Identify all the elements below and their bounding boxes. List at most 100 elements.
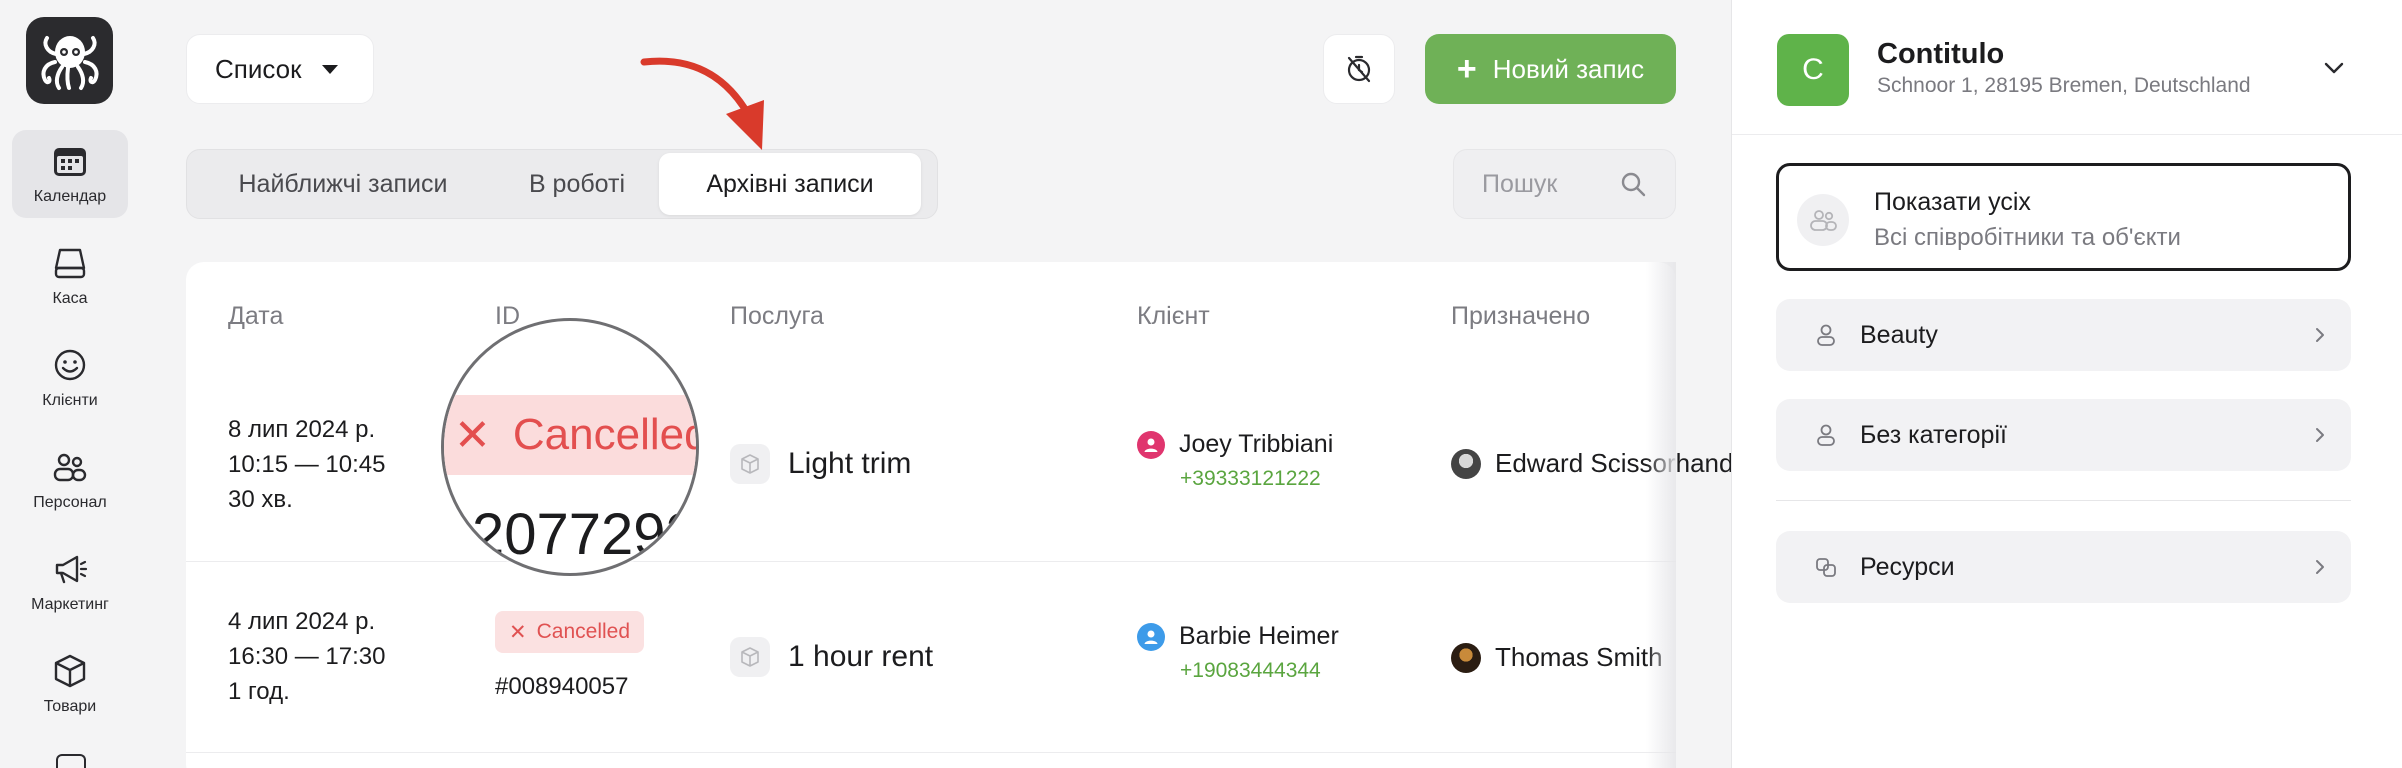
avatar [1451, 448, 1481, 479]
show-all-button[interactable]: Показати усіх Всі співробітники та об'єк… [1776, 163, 2351, 271]
megaphone-icon [55, 555, 88, 584]
octopus-icon [40, 35, 99, 90]
view-select-value: Список [215, 53, 302, 84]
row-id[interactable]: #008940057 [495, 669, 628, 704]
column-header-client[interactable]: Клієнт [1137, 302, 1210, 331]
org-avatar[interactable]: C [1777, 34, 1849, 106]
red-pointer-arrow [640, 57, 764, 150]
category-uncategorized[interactable]: Без категорії [1776, 399, 2351, 471]
nav-item-cash[interactable]: Каса [12, 232, 128, 320]
category-resources[interactable]: Ресурси [1776, 531, 2351, 603]
column-header-service[interactable]: Послуга [730, 302, 824, 331]
table-row-date[interactable]: 4 лип 2024 р. 16:30 — 17:30 1 год. [228, 604, 385, 709]
nav-item-goods[interactable]: Товари [12, 640, 128, 728]
nav-label-marketing: Маркетинг [31, 596, 109, 613]
category-label: Ресурси [1860, 552, 1955, 581]
person-outline-icon [1812, 421, 1840, 449]
group-icon [1797, 194, 1849, 246]
person-outline-icon [1812, 321, 1840, 349]
category-divider [1776, 500, 2351, 501]
plus-icon: + [1456, 50, 1477, 88]
nav-item-staff[interactable]: Персонал [12, 436, 128, 524]
nav-item-more-partial[interactable] [56, 754, 86, 768]
cash-register-icon [54, 248, 86, 279]
row-assignee[interactable]: Edward Scissorhands [1451, 448, 1746, 479]
row-duration: 30 хв. [228, 486, 293, 513]
status-badge: ✕ Cancelled [495, 611, 645, 653]
client-male-icon [1137, 622, 1165, 651]
nav-label-staff: Персонал [33, 494, 107, 511]
calendar-icon [54, 148, 86, 176]
row-time: 10:15 — 10:45 [228, 451, 386, 478]
new-appointment-button[interactable]: + Новий запис [1425, 34, 1676, 104]
new-appointment-label: Новий запис [1492, 53, 1645, 84]
row-date: 8 лип 2024 р. [228, 416, 376, 443]
row-client[interactable]: Joey Tribbiani +39333121222 [1137, 430, 1333, 491]
row-assignee[interactable]: Thomas Smith [1451, 642, 1663, 673]
row-divider [186, 752, 1676, 753]
show-all-subtitle: Всі співробітники та об'єкти [1874, 224, 2181, 251]
status-badge: ✕ Cancelled [444, 395, 699, 475]
client-phone[interactable]: +19083444344 [1180, 659, 1339, 683]
show-all-title: Показати усіх [1874, 188, 2031, 216]
search-icon [1621, 172, 1646, 197]
row-service[interactable]: Light trim [730, 444, 911, 484]
row-service[interactable]: 1 hour rent [730, 637, 933, 677]
column-header-assigned[interactable]: Призначено [1451, 302, 1590, 331]
nav-label-goods: Товари [43, 698, 97, 715]
org-name[interactable]: Contitulo [1877, 38, 2004, 71]
row-id[interactable]: 2077292 [472, 501, 696, 568]
client-phone[interactable]: +39333121222 [1180, 467, 1333, 491]
box-icon [54, 654, 86, 688]
cancel-x-icon: ✕ [454, 410, 491, 460]
category-label: Без категорії [1860, 420, 2007, 449]
chevron-right-icon [2316, 560, 2324, 574]
zoom-magnifier: ✕ Cancelled 2077292 [441, 318, 699, 576]
timer-off-icon [1347, 55, 1371, 83]
chevron-right-icon [2316, 328, 2324, 342]
nav-label-calendar: Календар [33, 188, 107, 205]
table-scroll-fade [1646, 262, 1676, 768]
nav-item-marketing[interactable]: Маркетинг [12, 538, 128, 626]
view-select-dropdown[interactable]: Список [186, 34, 374, 104]
sidebar-nav: Календар Каса Клієнти Персонал Маркетинг… [0, 0, 143, 768]
search-placeholder: Пошук [1482, 169, 1558, 198]
nav-item-calendar[interactable]: Календар [12, 130, 128, 218]
row-duration: 1 год. [228, 678, 290, 705]
org-address: Schnoor 1, 28195 Bremen, Deutschland [1877, 74, 2251, 97]
chevron-right-icon [2316, 428, 2324, 442]
avatar [1451, 642, 1481, 673]
column-header-date[interactable]: Дата [228, 302, 283, 331]
category-label: Beauty [1860, 320, 1938, 349]
appointment-tabs: Найближчі записи В роботі Архівні записи [186, 149, 938, 219]
status-label: Cancelled [536, 620, 631, 643]
service-name: 1 hour rent [788, 640, 934, 673]
appointments-table [186, 262, 1676, 768]
chevron-down-icon[interactable] [2322, 58, 2346, 78]
assignee-name: Edward Scissorhands [1495, 448, 1747, 478]
nav-item-clients[interactable]: Клієнти [12, 334, 128, 422]
tab-in-progress[interactable]: В роботі [495, 153, 659, 215]
category-beauty[interactable]: Beauty [1776, 299, 2351, 371]
octopus-logo[interactable] [26, 17, 113, 104]
timer-off-button[interactable] [1323, 34, 1395, 104]
row-client[interactable]: Barbie Heimer +19083444344 [1137, 622, 1339, 683]
nav-label-cash: Каса [52, 290, 88, 307]
assignee-name: Thomas Smith [1495, 642, 1663, 672]
service-box-icon [730, 444, 770, 484]
client-female-icon [1137, 430, 1165, 459]
status-label: Cancelled [512, 410, 699, 459]
nav-label-clients: Клієнти [42, 392, 98, 409]
row-date: 4 лип 2024 р. [228, 608, 376, 635]
tab-archived[interactable]: Архівні записи [659, 153, 921, 215]
tab-upcoming[interactable]: Найближчі записи [191, 153, 495, 215]
table-row-date[interactable]: 8 лип 2024 р. 10:15 — 10:45 30 хв. [228, 412, 385, 517]
search-input[interactable]: Пошук [1453, 149, 1676, 219]
staff-icon [53, 453, 87, 482]
row-time: 16:30 — 17:30 [228, 643, 386, 670]
service-box-icon [730, 637, 770, 677]
column-header-id[interactable]: ID [495, 302, 520, 331]
panel-divider [1732, 134, 2402, 135]
cancel-x-icon: ✕ [509, 620, 527, 644]
row-divider [186, 561, 1676, 562]
